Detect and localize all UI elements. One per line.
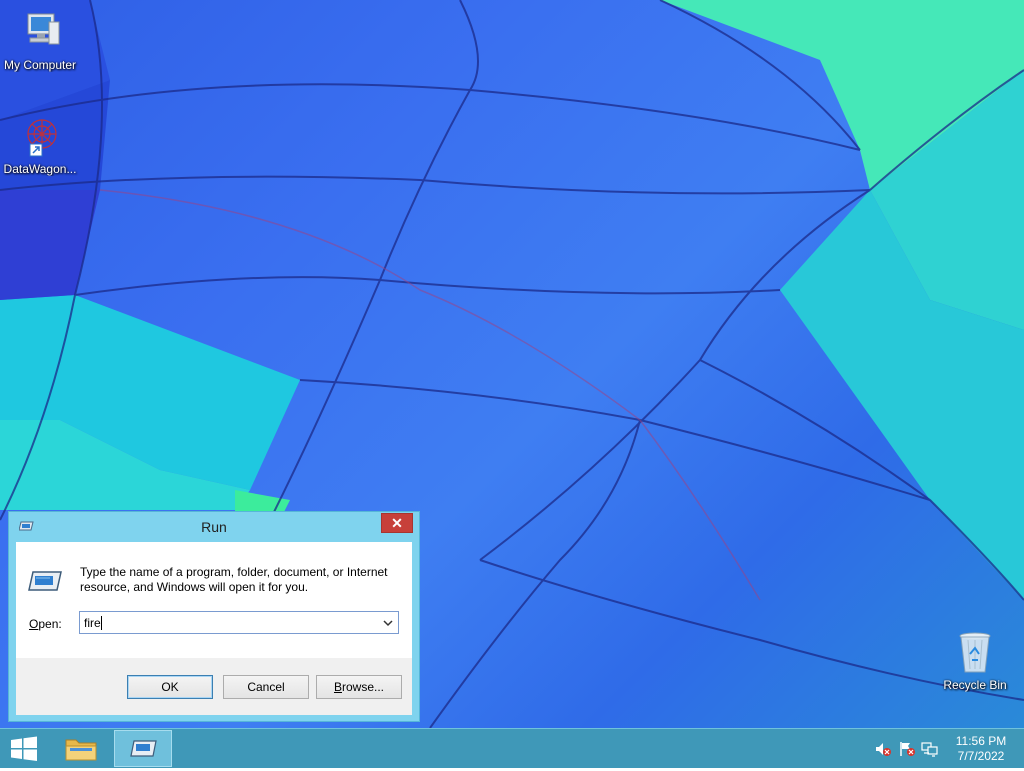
text-caret: [101, 616, 102, 630]
network-icon[interactable]: [921, 741, 939, 757]
run-program-icon: [28, 570, 62, 595]
speaker-muted-icon[interactable]: [874, 741, 892, 757]
datawagon-label: DataWagon...: [3, 162, 77, 176]
windows-logo-icon: [11, 736, 37, 761]
open-label-accelerator: O: [29, 617, 39, 631]
recycle-bin-label: Recycle Bin: [943, 678, 1007, 692]
chevron-down-icon[interactable]: [380, 615, 396, 631]
open-label: Open:: [29, 617, 62, 631]
run-title: Run: [201, 519, 227, 535]
ok-button[interactable]: OK: [127, 675, 213, 699]
browse-button[interactable]: Browse...: [316, 675, 402, 699]
cancel-button[interactable]: Cancel: [223, 675, 309, 699]
datawagon-icon: [16, 112, 64, 160]
open-combobox[interactable]: [79, 611, 399, 634]
run-icon: [130, 740, 157, 757]
computer-icon: [16, 8, 64, 56]
run-dialog-body: Type the name of a program, folder, docu…: [16, 542, 412, 715]
clock-date: 7/7/2022: [957, 749, 1005, 763]
open-label-text: pen:: [38, 617, 62, 631]
my-computer-label: My Computer: [3, 58, 77, 72]
folder-icon: [65, 739, 97, 761]
run-dialog-content: Type the name of a program, folder, docu…: [16, 542, 412, 658]
run-dialog: Run ✕ Type the name of a program, folder…: [8, 511, 420, 722]
clock-time: 11:56 PM: [955, 734, 1007, 748]
datawagon-shortcut[interactable]: DataWagon...: [0, 112, 80, 176]
taskbar: 11:56 PM 7/7/2022: [0, 728, 1024, 768]
file-explorer-taskbar-button[interactable]: [58, 731, 104, 767]
recycle-bin-shortcut[interactable]: Recycle Bin: [935, 628, 1015, 692]
recycle-bin-icon: [951, 628, 999, 676]
browse-accelerator: B: [333, 680, 342, 694]
close-button[interactable]: ✕: [381, 513, 413, 533]
run-description: Type the name of a program, folder, docu…: [80, 565, 388, 594]
browse-label-text: rowse...: [342, 680, 385, 694]
taskbar-clock[interactable]: 11:56 PM 7/7/2022: [944, 734, 1018, 764]
start-button[interactable]: [0, 729, 48, 768]
action-center-flag-icon[interactable]: [898, 741, 916, 757]
run-titlebar[interactable]: Run ✕: [9, 512, 419, 542]
open-input[interactable]: [84, 615, 374, 630]
close-icon: ✕: [391, 515, 403, 531]
my-computer-shortcut[interactable]: My Computer: [0, 8, 80, 72]
run-taskbar-button[interactable]: [114, 730, 172, 767]
